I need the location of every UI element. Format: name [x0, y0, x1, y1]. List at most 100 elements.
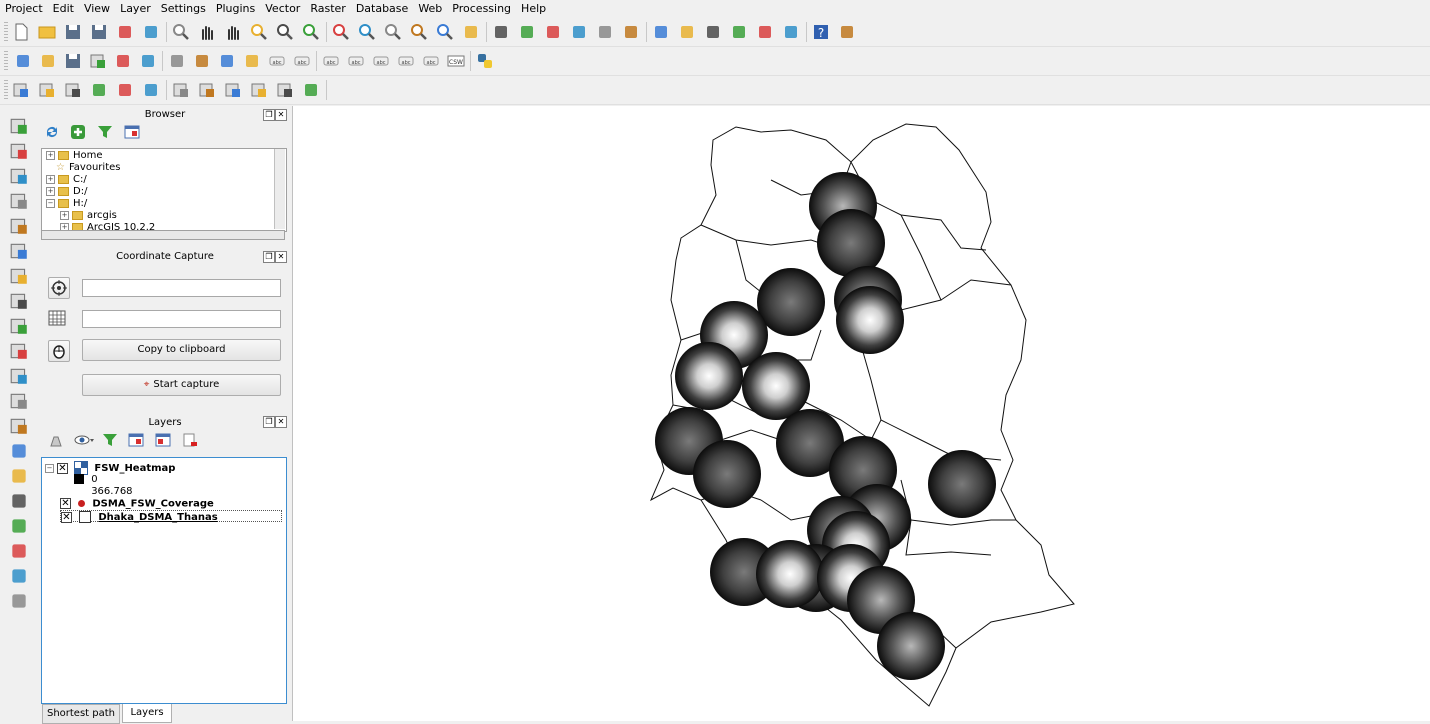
browser-item[interactable]: ☆ Favourites	[46, 162, 120, 174]
touch-zoom-icon[interactable]	[172, 23, 190, 41]
menu-database[interactable]: Database	[351, 0, 414, 18]
menu-raster[interactable]: Raster	[305, 0, 350, 18]
heatmap-icon[interactable]	[9, 566, 29, 586]
georeferencer-icon[interactable]	[9, 466, 29, 486]
map-canvas[interactable]	[292, 106, 1430, 721]
pan-to-selection-icon[interactable]	[224, 23, 242, 41]
add-vector-layer-icon[interactable]	[9, 116, 29, 136]
menu-edit[interactable]: Edit	[48, 0, 79, 18]
browser-item[interactable]: + Home	[46, 150, 103, 162]
zoom-native-icon[interactable]	[302, 23, 320, 41]
statistics-icon[interactable]	[652, 23, 670, 41]
filter-icon[interactable]	[97, 124, 115, 140]
database-icon[interactable]	[302, 81, 320, 99]
expand-all-icon[interactable]	[128, 432, 146, 448]
refresh-icon[interactable]	[462, 23, 480, 41]
layer-visibility-checkbox[interactable]: ✕	[57, 462, 68, 474]
add-mssql-icon[interactable]	[9, 216, 29, 236]
add-virtual-layer-icon[interactable]	[9, 416, 29, 436]
save-project-icon[interactable]	[64, 23, 82, 41]
zoom-out-icon[interactable]	[276, 23, 294, 41]
zoom-full-icon[interactable]	[332, 23, 350, 41]
composer-manager-icon[interactable]	[142, 23, 160, 41]
toolbar-grip[interactable]	[4, 22, 8, 42]
move-label-icon[interactable]: abc	[347, 52, 365, 70]
text-annotation-icon[interactable]	[782, 23, 800, 41]
node-tool-icon[interactable]	[139, 52, 157, 70]
layer-row-dhaka-dsma-thanas[interactable]: ✕ Dhaka_DSMA_Thanas	[60, 510, 282, 523]
menu-help[interactable]: Help	[516, 0, 551, 18]
layer-row-dsma-fsw-coverage[interactable]: ✕ DSMA_FSW_Coverage	[60, 498, 214, 510]
delete-selected-icon[interactable]	[168, 52, 186, 70]
attribute-table-icon[interactable]	[622, 23, 640, 41]
add-raster-layer-icon[interactable]	[9, 141, 29, 161]
open-layer-styling-icon[interactable]	[48, 432, 66, 448]
crs-select-button[interactable]	[48, 277, 70, 299]
collapse-all-icon[interactable]	[124, 124, 142, 140]
float-panel-icon[interactable]: ❐	[263, 109, 275, 121]
menu-vector[interactable]: Vector	[260, 0, 305, 18]
filter-legend-icon[interactable]	[102, 432, 120, 448]
add-delimited-text-icon[interactable]	[224, 81, 242, 99]
add-wcs-icon[interactable]	[198, 81, 216, 99]
pan-icon[interactable]	[198, 23, 216, 41]
show-bookmarks-icon[interactable]	[756, 23, 774, 41]
add-spatialite-icon[interactable]	[9, 191, 29, 211]
collapse-icon[interactable]: −	[45, 463, 54, 473]
browser-item[interactable]: − H:/	[46, 198, 87, 210]
coordinate-capture-icon[interactable]	[9, 441, 29, 461]
toolbar-grip[interactable]	[4, 80, 8, 100]
map-tips-icon[interactable]	[704, 23, 722, 41]
new-gpx-icon[interactable]	[142, 81, 160, 99]
track-mouse-button[interactable]	[48, 340, 70, 362]
copy-features-icon[interactable]	[218, 52, 236, 70]
new-bookmark-icon[interactable]	[730, 23, 748, 41]
browser-item[interactable]: + arcgis	[60, 210, 117, 222]
start-capture-button[interactable]: ⌖ Start capture	[82, 374, 281, 396]
metasearch-icon[interactable]	[9, 591, 29, 611]
add-raster-layer-icon[interactable]	[38, 81, 56, 99]
action-icon[interactable]	[518, 23, 536, 41]
zoom-next-icon[interactable]	[436, 23, 454, 41]
add-feature-icon[interactable]	[89, 52, 107, 70]
whats-this-icon[interactable]	[838, 23, 856, 41]
identify-icon[interactable]	[492, 23, 510, 41]
add-selected-layers-icon[interactable]	[70, 124, 88, 140]
menu-project[interactable]: Project	[0, 0, 48, 18]
menu-view[interactable]: View	[79, 0, 115, 18]
menu-layer[interactable]: Layer	[115, 0, 156, 18]
add-wms-wmts-icon[interactable]	[9, 341, 29, 361]
close-icon[interactable]: ✕	[275, 251, 287, 263]
menu-settings[interactable]: Settings	[156, 0, 211, 18]
refresh-icon[interactable]	[44, 124, 62, 140]
field-calculator-icon[interactable]	[596, 23, 614, 41]
measure-icon[interactable]	[678, 23, 696, 41]
paste-features-icon[interactable]	[243, 52, 261, 70]
zoom-to-selection-icon[interactable]	[358, 23, 376, 41]
zoom-last-icon[interactable]	[410, 23, 428, 41]
collapse-all-icon[interactable]	[155, 432, 173, 448]
add-postgis-layer-icon[interactable]	[64, 81, 82, 99]
rotate-label-icon[interactable]: abc	[372, 52, 390, 70]
add-oracle-icon[interactable]	[9, 241, 29, 261]
expand-icon[interactable]: +	[46, 186, 55, 196]
horizontal-scrollbar[interactable]	[41, 230, 285, 240]
float-panel-icon[interactable]: ❐	[263, 251, 275, 263]
topology-checker-icon[interactable]	[9, 516, 29, 536]
coordinate-field-2[interactable]	[82, 310, 281, 328]
remove-layer-icon[interactable]	[182, 432, 200, 448]
raster-terrain-icon[interactable]	[9, 541, 29, 561]
expand-icon[interactable]	[46, 164, 53, 171]
cut-features-icon[interactable]	[193, 52, 211, 70]
expand-icon[interactable]: +	[46, 174, 55, 184]
add-mssql-icon[interactable]	[250, 81, 268, 99]
add-wms-icon[interactable]	[9, 266, 29, 286]
save-as-icon[interactable]	[90, 23, 108, 41]
menu-plugins[interactable]: Plugins	[211, 0, 260, 18]
browser-item[interactable]: + D:/	[46, 186, 87, 198]
layer-visibility-checkbox[interactable]: ✕	[60, 498, 71, 509]
close-icon[interactable]: ✕	[275, 416, 287, 428]
layer-row-fsw-heatmap[interactable]: − ✕ FSW_Heatmap	[45, 461, 175, 475]
manage-map-themes-icon[interactable]	[74, 432, 96, 448]
tab-shortest-path[interactable]: Shortest path	[42, 704, 120, 724]
